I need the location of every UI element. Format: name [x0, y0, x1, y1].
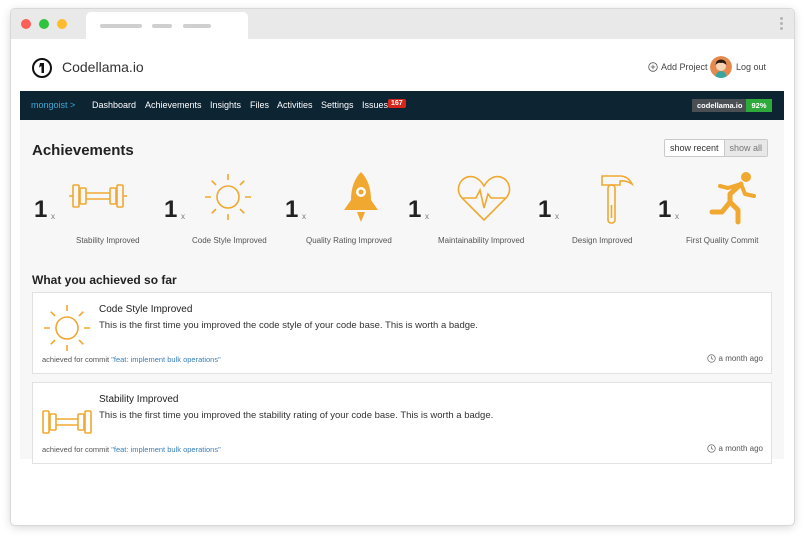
heart-pulse-icon — [457, 175, 511, 222]
card-commit: achieved for commit "feat: implement bul… — [42, 355, 221, 364]
main-content: Achievements show recent show all 1 x St… — [20, 120, 784, 464]
plus-circle-icon — [648, 62, 658, 72]
badge-stability: 1 x Stability Improved — [34, 170, 154, 250]
badge-design: 1 x Design Improved — [538, 170, 658, 250]
card-description: This is the first time you improved the … — [99, 320, 478, 331]
badge-code-style: 1 x Code Style Improved — [164, 170, 284, 250]
logout-link[interactable]: Log out — [736, 62, 766, 72]
dumbbell-icon — [42, 410, 92, 434]
nav-settings[interactable]: Settings — [321, 100, 354, 110]
badge-count: 1 — [164, 196, 178, 223]
badge-multiplier: x — [51, 212, 55, 221]
nav-insights[interactable]: Insights — [210, 100, 241, 110]
card-title: Stability Improved — [99, 394, 179, 405]
score-value: 92% — [746, 99, 772, 112]
badge-multiplier: x — [675, 212, 679, 221]
badge-label: Code Style Improved — [192, 236, 267, 245]
time-ago: a month ago — [718, 444, 763, 453]
browser-menu-icon[interactable] — [780, 17, 783, 32]
project-navbar: mongoist > Dashboard Achievements Insigh… — [20, 91, 784, 120]
browser-tab[interactable] — [86, 12, 248, 39]
card-time: a month ago — [706, 444, 763, 453]
badge-label: First Quality Commit — [686, 236, 759, 245]
rocket-icon — [344, 172, 378, 222]
page-title: Achievements — [32, 142, 134, 159]
badge-quality-rating: 1 x Quality Rating Improved — [285, 170, 405, 250]
sun-icon — [205, 174, 251, 220]
browser-chrome — [11, 9, 794, 39]
nav-issues[interactable]: Issues — [362, 100, 388, 110]
dumbbell-icon — [69, 184, 127, 208]
card-commit: achieved for commit "feat: implement bul… — [42, 445, 221, 454]
close-window-button[interactable] — [21, 19, 31, 29]
section-subtitle: What you achieved so far — [32, 273, 177, 287]
card-title: Code Style Improved — [99, 304, 193, 315]
commit-link[interactable]: "feat: implement bulk operations" — [111, 355, 221, 364]
nav-activities[interactable]: Activities — [277, 100, 313, 110]
avatar[interactable] — [710, 56, 732, 78]
show-all-button[interactable]: show all — [723, 140, 768, 156]
app-header: Codellama.io Add Project Log out — [11, 39, 794, 91]
minimize-window-button[interactable] — [57, 19, 67, 29]
badge-count: 1 — [34, 196, 48, 223]
show-recent-button[interactable]: show recent — [665, 140, 724, 156]
badge-count: 1 — [285, 196, 299, 223]
score-label: codellama.io — [692, 99, 748, 112]
nav-achievements[interactable]: Achievements — [145, 100, 202, 110]
badge-count: 1 — [538, 196, 552, 223]
commit-prefix: achieved for commit — [42, 445, 112, 454]
recent-all-toggle: show recent show all — [664, 139, 769, 157]
badge-label: Maintainability Improved — [438, 236, 525, 245]
badge-multiplier: x — [302, 212, 306, 221]
badge-count: 1 — [408, 196, 422, 223]
badge-label: Design Improved — [572, 236, 633, 245]
codellama-logo-icon — [32, 58, 52, 78]
commit-prefix: achieved for commit — [42, 355, 112, 364]
project-breadcrumb[interactable]: mongoist > — [31, 100, 75, 110]
add-project-label: Add Project — [661, 62, 708, 72]
clock-icon — [706, 444, 716, 453]
badge-count: 1 — [658, 196, 672, 223]
hammer-icon — [601, 175, 635, 224]
add-project-link[interactable]: Add Project — [648, 62, 708, 72]
brand-name[interactable]: Codellama.io — [62, 59, 144, 75]
card-time: a month ago — [706, 354, 763, 363]
sun-icon — [44, 305, 90, 351]
nav-dashboard[interactable]: Dashboard — [92, 100, 136, 110]
badge-first-quality-commit: 1 x First Quality Commit — [658, 170, 778, 250]
issues-count-badge: 167 — [388, 99, 406, 108]
nav-files[interactable]: Files — [250, 100, 269, 110]
runner-icon — [709, 172, 756, 225]
achievement-card: Stability Improved This is the first tim… — [32, 382, 772, 464]
achievement-card: Code Style Improved This is the first ti… — [32, 292, 772, 374]
badge-label: Quality Rating Improved — [306, 236, 392, 245]
browser-window: Codellama.io Add Project Log out mongois… — [11, 9, 794, 525]
maximize-window-button[interactable] — [39, 19, 49, 29]
clock-icon — [706, 354, 716, 363]
time-ago: a month ago — [718, 354, 763, 363]
badge-maintainability: 1 x Maintainability Improved — [408, 170, 528, 250]
badge-multiplier: x — [425, 212, 429, 221]
commit-link[interactable]: "feat: implement bulk operations" — [111, 445, 221, 454]
badge-label: Stability Improved — [76, 236, 140, 245]
card-description: This is the first time you improved the … — [99, 410, 494, 421]
badge-multiplier: x — [555, 212, 559, 221]
badge-multiplier: x — [181, 212, 185, 221]
